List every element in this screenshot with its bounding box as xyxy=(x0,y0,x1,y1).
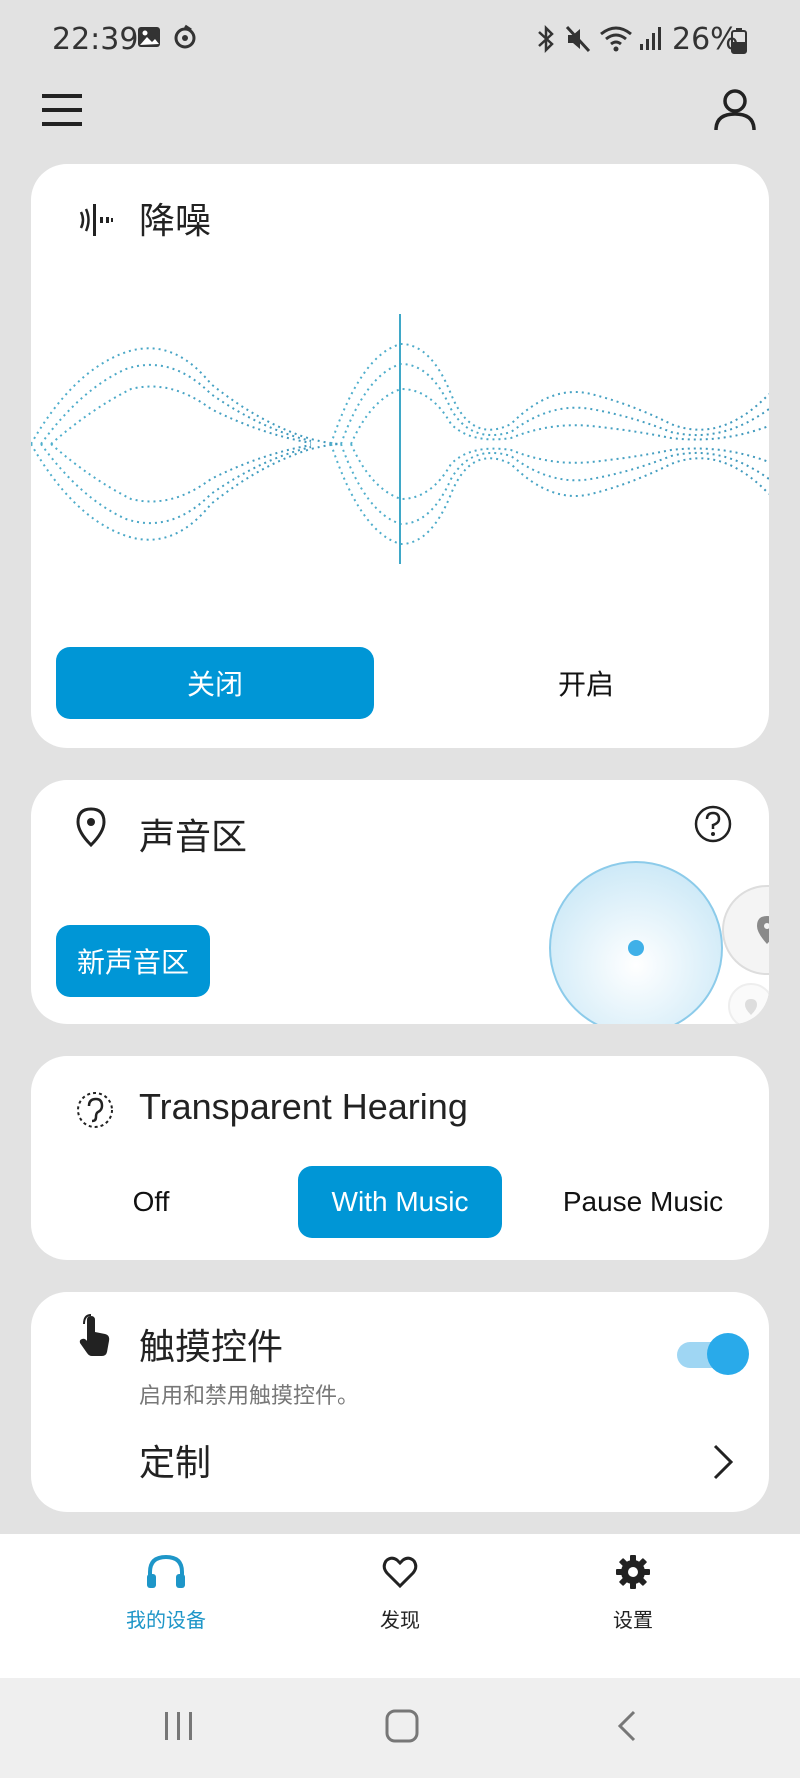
touch-controls-title: 触摸控件 xyxy=(139,1327,284,1368)
profile-button[interactable] xyxy=(710,86,760,136)
bottom-navigation: 我的设备 发现 设置 xyxy=(0,1534,800,1678)
user-icon xyxy=(714,89,756,131)
customize-label: 定制 xyxy=(139,1443,212,1484)
ear-icon xyxy=(75,1090,115,1134)
status-time: 22:39 xyxy=(52,22,139,57)
sound-zone-title: 声音区 xyxy=(139,817,248,858)
gear-icon xyxy=(616,1555,650,1589)
nc-off-button[interactable]: 关闭 xyxy=(56,647,374,719)
nav-settings[interactable]: 设置 xyxy=(553,1552,713,1633)
heart-icon xyxy=(382,1556,418,1589)
chevron-right-icon xyxy=(711,1442,735,1486)
battery-level: 26% xyxy=(672,22,739,57)
toggle-thumb xyxy=(707,1333,749,1375)
touch-controls-toggle[interactable] xyxy=(671,1328,755,1378)
anc-icon xyxy=(75,200,115,244)
sync-icon xyxy=(172,24,198,54)
nc-on-button[interactable]: 开启 xyxy=(431,647,741,719)
nav-label-my-devices: 我的设备 xyxy=(126,1608,206,1632)
recent-apps-button[interactable] xyxy=(162,1708,196,1748)
touch-controls-subtitle: 启用和禁用触摸控件。 xyxy=(139,1384,360,1409)
new-sound-zone-button[interactable]: 新声音区 xyxy=(56,925,210,997)
customize-row[interactable]: 定制 xyxy=(31,1422,769,1502)
touch-controls-card: 触摸控件 启用和禁用触摸控件。 定制 xyxy=(31,1292,769,1512)
status-bar: 22:39 26% xyxy=(0,0,800,80)
mute-icon xyxy=(564,24,592,58)
nav-my-devices[interactable]: 我的设备 xyxy=(86,1552,246,1633)
home-button[interactable] xyxy=(384,1708,420,1748)
sound-zone-card: 声音区 新声音区 xyxy=(31,780,769,1024)
noise-cancel-title: 降噪 xyxy=(139,201,212,242)
touch-hand-icon xyxy=(75,1314,113,1362)
bluetooth-icon xyxy=(534,24,558,58)
hamburger-icon xyxy=(42,94,82,126)
nav-label-discover: 发现 xyxy=(380,1608,420,1632)
th-option-off[interactable]: Off xyxy=(71,1166,231,1238)
transparent-hearing-title: Transparent Hearing xyxy=(139,1086,468,1127)
noise-waveform xyxy=(31,314,769,564)
back-button[interactable] xyxy=(614,1708,640,1748)
th-option-with-music[interactable]: With Music xyxy=(298,1166,502,1238)
gallery-icon xyxy=(136,24,162,54)
transparent-hearing-card: Transparent Hearing Off With Music Pause… xyxy=(31,1056,769,1260)
th-option-pause-music[interactable]: Pause Music xyxy=(533,1166,753,1238)
system-navigation-bar xyxy=(0,1678,800,1778)
headphones-icon xyxy=(147,1554,185,1588)
wifi-icon xyxy=(598,24,634,58)
signal-icon xyxy=(638,24,664,56)
location-pin-icon xyxy=(73,806,109,852)
help-icon[interactable] xyxy=(693,804,733,848)
noise-cancel-card: 降噪 关闭 开启 xyxy=(31,164,769,748)
sound-zone-map[interactable] xyxy=(511,860,769,1024)
battery-icon xyxy=(730,28,748,58)
nav-discover[interactable]: 发现 xyxy=(320,1552,480,1633)
menu-button[interactable] xyxy=(38,88,88,132)
nav-label-settings: 设置 xyxy=(613,1608,653,1632)
